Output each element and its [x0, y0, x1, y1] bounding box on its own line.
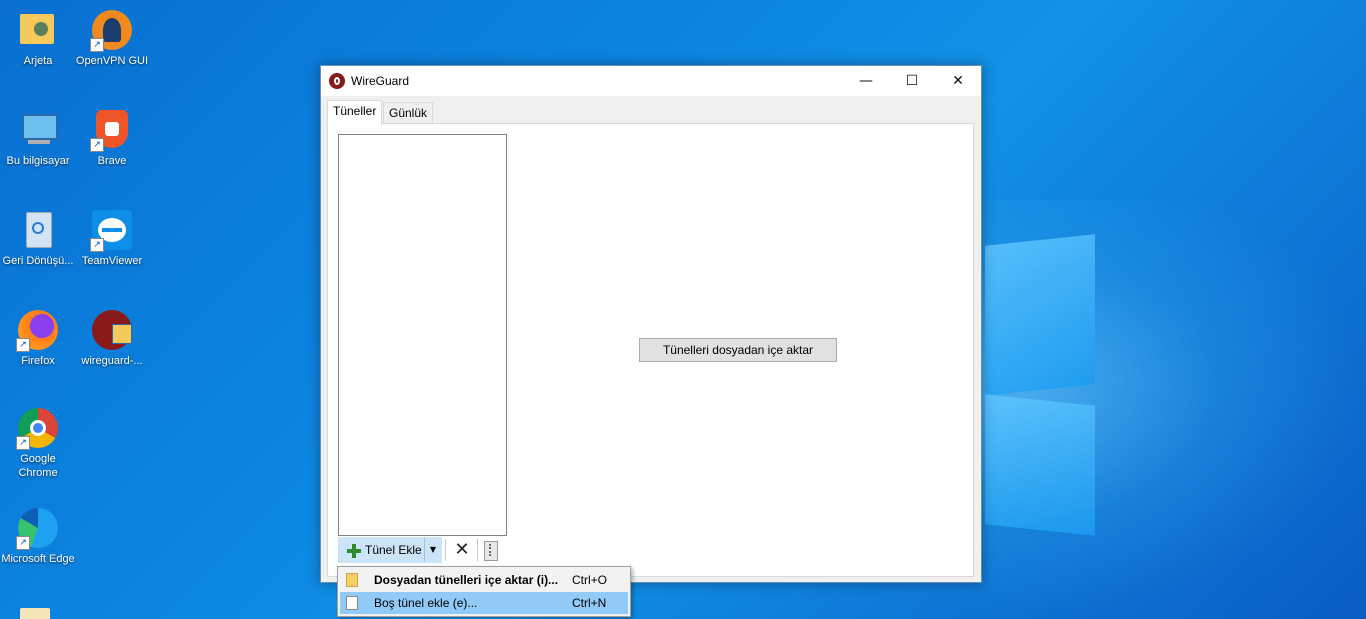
- chevron-down-icon: ▼: [429, 545, 437, 554]
- desktop-icon-label: Google Chrome: [18, 453, 58, 479]
- import-tunnels-button[interactable]: Tünelleri dosyadan içe aktar: [639, 338, 837, 362]
- desktop-icon-chrome[interactable]: ↗ Google Chrome: [0, 408, 76, 480]
- shortcut-arrow-icon: ↗: [16, 536, 30, 550]
- windows-logo-pane-top: [985, 234, 1095, 396]
- close-button[interactable]: ✕: [935, 66, 981, 96]
- wireguard-installer-icon: [92, 310, 132, 350]
- recycle-bin-icon: [18, 210, 58, 250]
- brave-icon: ↗: [90, 110, 132, 152]
- menu-item-label: Boş tünel ekle (e)...: [374, 596, 478, 610]
- desktop-icon-label: Microsoft Edge: [1, 553, 75, 565]
- desktop-icon-brave[interactable]: ↗ Brave: [74, 110, 150, 168]
- desktop-icon-partial[interactable]: [20, 608, 50, 619]
- shortcut-arrow-icon: ↗: [90, 38, 104, 52]
- desktop-icon-wireguard-installer[interactable]: wireguard-...: [74, 310, 150, 368]
- close-icon: ✕: [952, 73, 964, 89]
- minimize-button[interactable]: —: [843, 66, 889, 96]
- chrome-icon: ↗: [16, 408, 58, 450]
- add-tunnel-button[interactable]: Tünel Ekle ▼: [338, 537, 442, 563]
- maximize-button[interactable]: ☐: [889, 66, 935, 96]
- menu-item-shortcut: Ctrl+O: [572, 573, 608, 587]
- folder-icon: [346, 573, 358, 587]
- desktop-icon-label: Bu bilgisayar: [6, 155, 70, 167]
- openvpn-icon: ↗: [90, 10, 132, 52]
- desktop-icon-recycle-bin[interactable]: Geri Dönüşü...: [0, 210, 76, 268]
- desktop-icon-openvpn[interactable]: ↗ OpenVPN GUI: [74, 10, 150, 68]
- maximize-icon: ☐: [905, 73, 919, 89]
- shortcut-arrow-icon: ↗: [90, 138, 104, 152]
- desktop-icon-label: Geri Dönüşü...: [2, 255, 74, 267]
- desktop-icon-label: Brave: [97, 155, 127, 167]
- tunnels-panel: Tünelleri dosyadan içe aktar Tünel Ekle …: [327, 123, 974, 577]
- shortcut-arrow-icon: ↗: [90, 238, 104, 252]
- desktop-icon-label: OpenVPN GUI: [75, 55, 149, 67]
- desktop-icon-label: wireguard-...: [81, 355, 143, 367]
- export-tunnels-zip-icon[interactable]: [484, 541, 498, 561]
- delete-icon: ✕: [454, 539, 470, 560]
- toolbar-separator: [477, 539, 478, 561]
- windows-logo-pane-bottom: [985, 394, 1095, 536]
- delete-tunnel-button[interactable]: ✕: [450, 537, 474, 563]
- desktop-icon-label: Arjeta: [23, 55, 53, 67]
- add-tunnel-label: Tünel Ekle: [365, 543, 422, 557]
- toolbar-separator: [445, 539, 446, 561]
- shortcut-arrow-icon: ↗: [16, 436, 30, 450]
- desktop-icon-this-pc[interactable]: Bu bilgisayar: [0, 110, 76, 168]
- menu-item-import-from-file[interactable]: Dosyadan tünelleri içe aktar (i)... Ctrl…: [340, 569, 628, 591]
- tunnel-list[interactable]: [338, 134, 507, 536]
- desktop-icon-firefox[interactable]: ↗ Firefox: [0, 310, 76, 368]
- file-icon: [346, 596, 358, 610]
- computer-icon: [18, 110, 58, 150]
- edge-icon: ↗: [16, 508, 58, 550]
- wireguard-window: WireGuard — ☐ ✕ Tüneller Günlük Tüneller…: [320, 65, 982, 583]
- teamviewer-icon: ↗: [90, 210, 132, 252]
- title-bar[interactable]: WireGuard — ☐ ✕: [321, 66, 981, 96]
- window-title: WireGuard: [351, 74, 410, 88]
- desktop-icon-arjeta[interactable]: Arjeta: [0, 10, 76, 68]
- add-tunnel-icon: [347, 544, 361, 558]
- wireguard-app-icon: [329, 73, 345, 89]
- desktop-icon-edge[interactable]: ↗ Microsoft Edge: [0, 508, 76, 566]
- menu-item-add-empty-tunnel[interactable]: Boş tünel ekle (e)... Ctrl+N: [340, 592, 628, 614]
- user-folder-icon: [18, 10, 58, 50]
- add-tunnel-menu: Dosyadan tünelleri içe aktar (i)... Ctrl…: [337, 566, 631, 617]
- menu-item-shortcut: Ctrl+N: [572, 596, 607, 610]
- shortcut-arrow-icon: ↗: [16, 338, 30, 352]
- menu-item-label: Dosyadan tünelleri içe aktar (i)...: [374, 573, 559, 587]
- tab-log[interactable]: Günlük: [383, 102, 434, 124]
- desktop-icon-label: TeamViewer: [81, 255, 143, 267]
- minimize-icon: —: [859, 73, 873, 89]
- add-tunnel-dropdown[interactable]: ▼: [424, 538, 441, 562]
- tab-tunnels[interactable]: Tüneller: [327, 100, 383, 125]
- desktop-icon-teamviewer[interactable]: ↗ TeamViewer: [74, 210, 150, 268]
- firefox-icon: ↗: [16, 310, 58, 352]
- desktop-icon-label: Firefox: [21, 355, 55, 367]
